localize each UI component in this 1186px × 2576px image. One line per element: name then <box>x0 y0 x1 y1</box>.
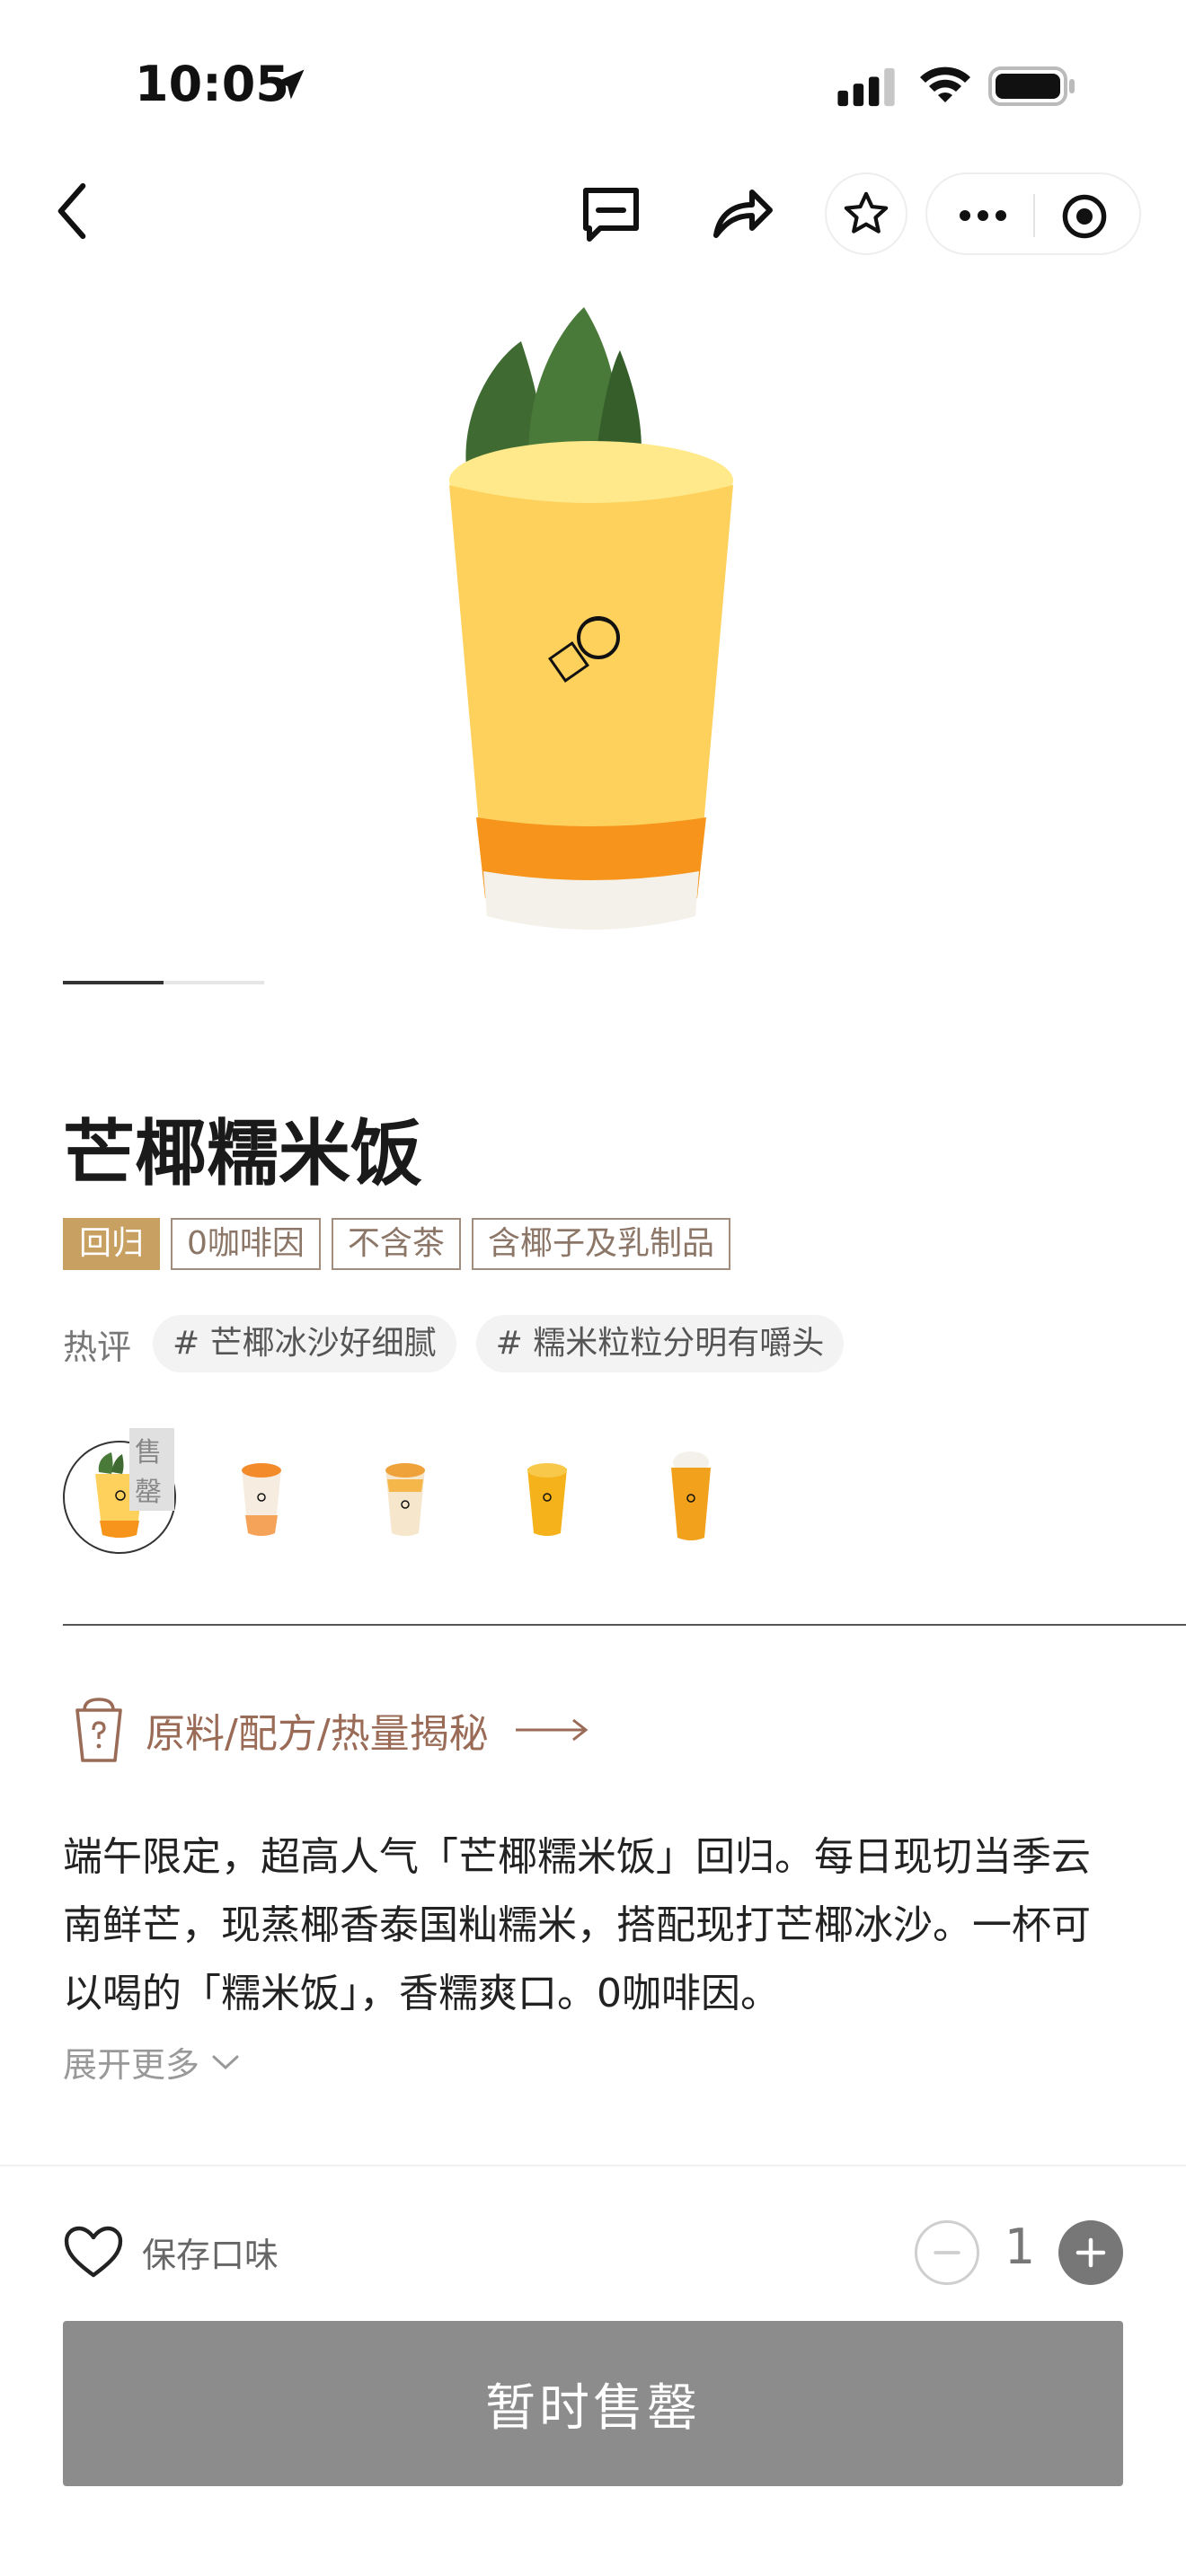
variant-thumb[interactable] <box>491 1441 604 1554</box>
decrement-button[interactable] <box>915 2220 979 2285</box>
back-chevron-icon[interactable] <box>45 180 99 243</box>
tag-coconut-dairy: 含椰子及乳制品 <box>471 1218 730 1270</box>
favorite-button[interactable] <box>825 172 907 255</box>
drink-thumb-icon <box>527 1463 567 1536</box>
variant-thumb-selected[interactable]: 售罄 <box>63 1428 176 1554</box>
cellular-signal-icon <box>837 67 895 107</box>
variant-thumb[interactable] <box>634 1441 748 1554</box>
variant-thumb[interactable] <box>349 1441 462 1554</box>
drink-thumb-icon <box>242 1463 281 1536</box>
arrow-right-icon <box>515 1718 589 1742</box>
sold-out-badge: 售罄 <box>129 1428 174 1511</box>
recipe-label: 原料/配方/热量揭秘 <box>146 1711 489 1757</box>
message-icon[interactable] <box>575 178 647 250</box>
hot-reviews: 热评 # 芒椰冰沙好细腻 # 糯米粒粒分明有嚼头 <box>63 1315 845 1372</box>
quantity-value: 1 <box>1004 2219 1036 2275</box>
close-target-icon[interactable] <box>1060 192 1109 241</box>
increment-button[interactable] <box>1058 2220 1123 2285</box>
expand-more-button[interactable]: 展开更多 <box>63 2037 241 2086</box>
star-icon <box>844 191 889 234</box>
tag-caffeine-free: 0咖啡因 <box>171 1218 321 1270</box>
heart-icon <box>64 2226 123 2278</box>
product-description: 端午限定，超高人气「芒椰糯米饭」回归。每日现切当季云南鲜芒，现蒸椰香泰国籼糯米，… <box>63 1834 1091 2016</box>
variant-thumbnails: 售罄 <box>63 1428 1141 1557</box>
sold-out-button[interactable]: 暂时售罄 <box>63 2321 1123 2486</box>
tag-return: 回归 <box>63 1218 161 1270</box>
product-image <box>449 307 733 930</box>
save-flavor-label: 保存口味 <box>142 2235 279 2275</box>
chevron-down-icon <box>212 2055 239 2069</box>
variant-thumb[interactable] <box>205 1441 318 1554</box>
hot-reviews-label: 热评 <box>63 1327 132 1367</box>
carousel-indicator-active <box>63 981 164 984</box>
product-title: 芒椰糯米饭 <box>63 1112 422 1195</box>
product-tags: 回归 0咖啡因 不含茶 含椰子及乳制品 <box>63 1218 730 1270</box>
cup-question-icon <box>75 1698 122 1762</box>
recipe-link[interactable]: 原料/配方/热量揭秘 <box>72 1694 589 1766</box>
save-flavor-button[interactable]: 保存口味 <box>63 2220 279 2283</box>
drink-thumb-icon <box>671 1451 711 1540</box>
miniprogram-capsule <box>925 172 1141 255</box>
battery-icon <box>988 66 1075 106</box>
bottom-action-bar: 保存口味 1 暂时售罄 <box>0 2165 1186 2576</box>
share-icon[interactable] <box>705 178 777 250</box>
hot-review-chip[interactable]: # 糯米粒粒分明有嚼头 <box>475 1315 845 1372</box>
wifi-icon <box>920 66 970 102</box>
section-divider <box>63 1624 1186 1626</box>
nav-bar <box>0 162 1186 260</box>
hot-review-chip[interactable]: # 芒椰冰沙好细腻 <box>153 1315 456 1372</box>
expand-more-label: 展开更多 <box>63 2045 200 2085</box>
status-time: 10:05 <box>135 56 289 112</box>
tag-no-tea: 不含茶 <box>331 1218 461 1270</box>
carousel-indicator <box>63 981 264 984</box>
capsule-divider <box>1033 194 1035 237</box>
status-bar: 10:05 <box>0 0 1186 171</box>
drink-thumb-icon <box>385 1463 425 1536</box>
more-dots-icon[interactable] <box>956 198 1010 234</box>
location-arrow-icon <box>274 69 305 100</box>
